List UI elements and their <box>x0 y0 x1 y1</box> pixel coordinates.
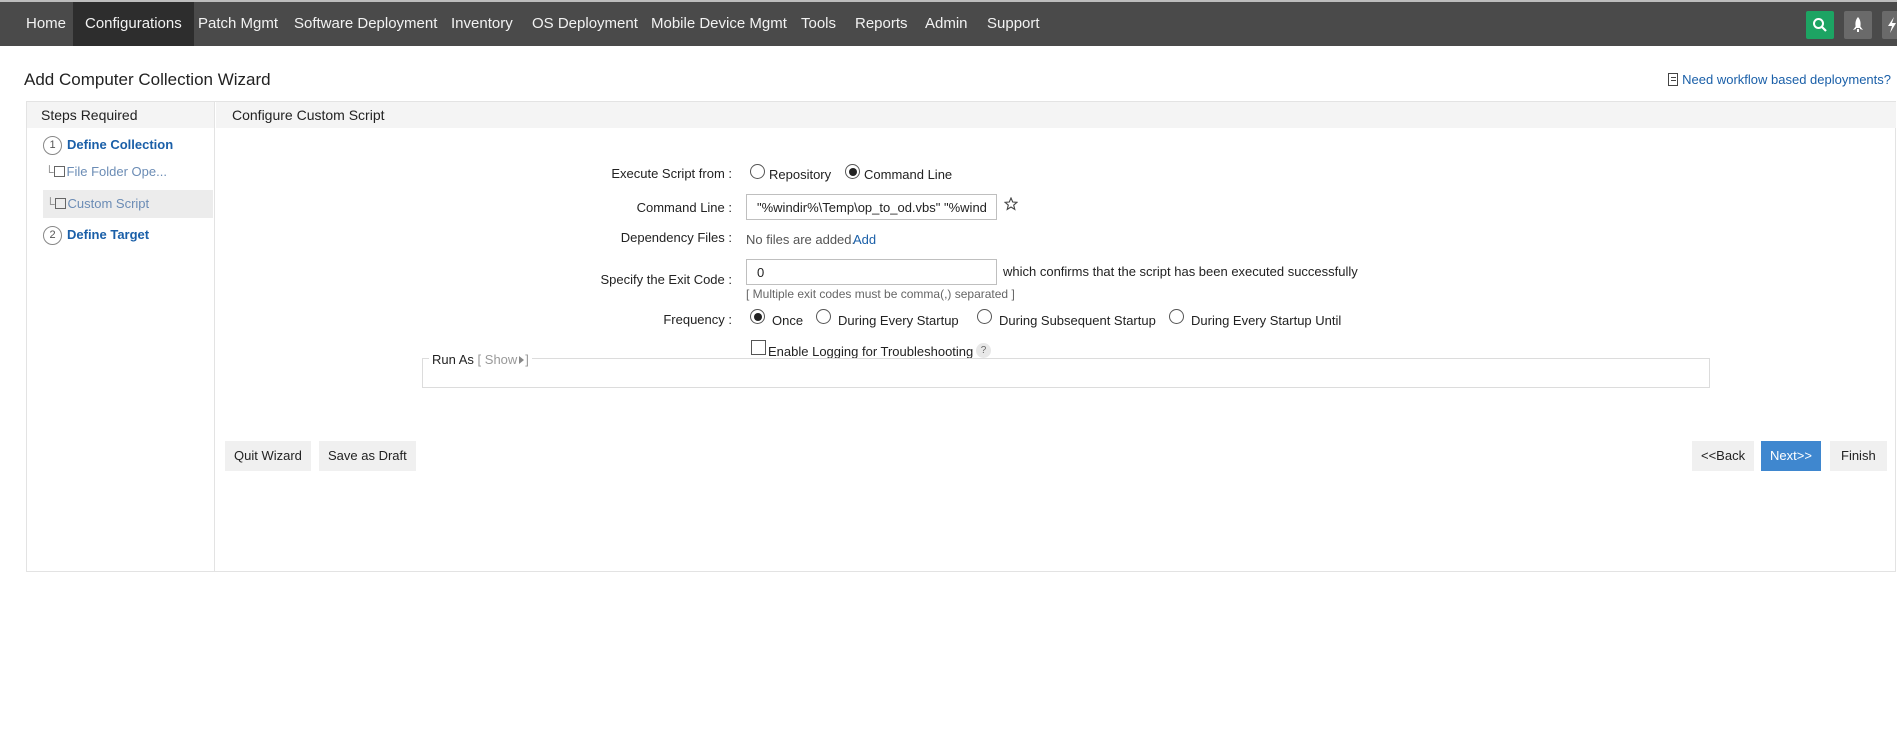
workflow-link-text[interactable]: Need workflow based deployments? <box>1682 72 1891 87</box>
script-icon <box>54 198 66 209</box>
folder-icon <box>53 166 65 177</box>
dependency-files-label: Dependency Files : <box>620 230 732 245</box>
radio-once-label[interactable]: Once <box>772 313 803 328</box>
step-define-target[interactable]: Define Target <box>67 227 149 242</box>
page-title: Add Computer Collection Wizard <box>24 70 271 89</box>
frequency-label: Frequency : <box>663 312 732 327</box>
tree-connector: └ <box>46 197 55 211</box>
exit-code-label: Specify the Exit Code : <box>600 272 732 287</box>
exit-code-suffix: which confirms that the script has been … <box>1003 264 1358 279</box>
exit-code-hint: [ Multiple exit codes must be comma(,) s… <box>746 287 1015 301</box>
command-line-label: Command Line : <box>636 200 732 215</box>
main-header: Configure Custom Script <box>216 102 1896 128</box>
step-number-2: 2 <box>43 226 62 245</box>
next-button[interactable]: Next>> <box>1761 441 1821 471</box>
nav-patch-mgmt[interactable]: Patch Mgmt <box>198 2 278 46</box>
nav-os-deployment[interactable]: OS Deployment <box>532 2 638 46</box>
sub-step-file-folder[interactable]: └ File Folder Ope... <box>45 160 213 184</box>
radio-every-startup[interactable] <box>816 309 831 324</box>
step-define-collection[interactable]: Define Collection <box>67 137 173 152</box>
radio-command-line[interactable] <box>845 164 860 179</box>
search-icon[interactable] <box>1806 11 1834 39</box>
top-navigation: Home Configurations Patch Mgmt Software … <box>0 2 1897 46</box>
wizard-container: Steps Required 1 Define Collection └ File… <box>26 101 1896 572</box>
radio-once[interactable] <box>750 309 765 324</box>
steps-panel: Steps Required 1 Define Collection └ File… <box>27 102 215 571</box>
nav-support[interactable]: Support <box>987 2 1040 46</box>
help-icon[interactable]: ? <box>976 343 991 358</box>
document-icon <box>1668 73 1679 86</box>
add-dependency-link[interactable]: Add <box>853 232 876 247</box>
radio-every-startup-until-label[interactable]: During Every Startup Until <box>1191 313 1341 328</box>
nav-inventory[interactable]: Inventory <box>451 2 513 46</box>
steps-header: Steps Required <box>27 102 214 128</box>
radio-repository[interactable] <box>750 164 765 179</box>
radio-every-startup-until[interactable] <box>1169 309 1184 324</box>
sub-step-custom-script-label[interactable]: Custom Script <box>68 196 150 211</box>
radio-repository-label[interactable]: Repository <box>769 167 831 182</box>
radio-subsequent-startup[interactable] <box>977 309 992 324</box>
radio-command-line-label[interactable]: Command Line <box>864 167 952 182</box>
run-as-fieldset <box>422 358 1710 388</box>
workflow-deployments-link[interactable]: Need workflow based deployments? <box>1668 72 1891 87</box>
tree-connector: └ <box>45 165 54 179</box>
finish-button[interactable]: Finish <box>1830 441 1887 471</box>
nav-home[interactable]: Home <box>0 2 84 46</box>
radio-subsequent-startup-label[interactable]: During Subsequent Startup <box>999 313 1156 328</box>
enable-logging-checkbox[interactable] <box>751 340 766 355</box>
dependency-files-text: No files are added. <box>746 232 856 247</box>
quit-wizard-button[interactable]: Quit Wizard <box>225 441 311 471</box>
radio-every-startup-label[interactable]: During Every Startup <box>838 313 959 328</box>
nav-mobile-device-mgmt[interactable]: Mobile Device Mgmt <box>651 2 787 46</box>
bolt-icon[interactable] <box>1882 11 1897 39</box>
sub-step-file-folder-label[interactable]: File Folder Ope... <box>67 164 167 179</box>
command-line-input[interactable] <box>746 194 997 220</box>
nav-software-deployment[interactable]: Software Deployment <box>294 2 437 46</box>
enable-logging-label[interactable]: Enable Logging for Troubleshooting <box>768 344 973 359</box>
nav-reports[interactable]: Reports <box>855 2 908 46</box>
nav-tools[interactable]: Tools <box>801 2 836 46</box>
nav-configurations[interactable]: Configurations <box>73 2 194 46</box>
run-as-label: Run As <box>432 352 474 367</box>
execute-from-label: Execute Script from : <box>611 166 732 181</box>
star-icon[interactable] <box>1003 196 1019 214</box>
back-button[interactable]: <<Back <box>1692 441 1755 471</box>
rocket-icon[interactable] <box>1844 11 1872 39</box>
caret-right-icon <box>519 356 525 364</box>
step-number-1: 1 <box>43 136 62 155</box>
save-as-draft-button[interactable]: Save as Draft <box>319 441 416 471</box>
sub-step-custom-script[interactable]: └ Custom Script <box>43 190 213 218</box>
nav-admin[interactable]: Admin <box>925 2 968 46</box>
run-as-legend: Run As [ Show] <box>429 352 532 367</box>
run-as-show-toggle[interactable]: [ Show] <box>478 352 529 367</box>
exit-code-input[interactable] <box>746 259 997 285</box>
